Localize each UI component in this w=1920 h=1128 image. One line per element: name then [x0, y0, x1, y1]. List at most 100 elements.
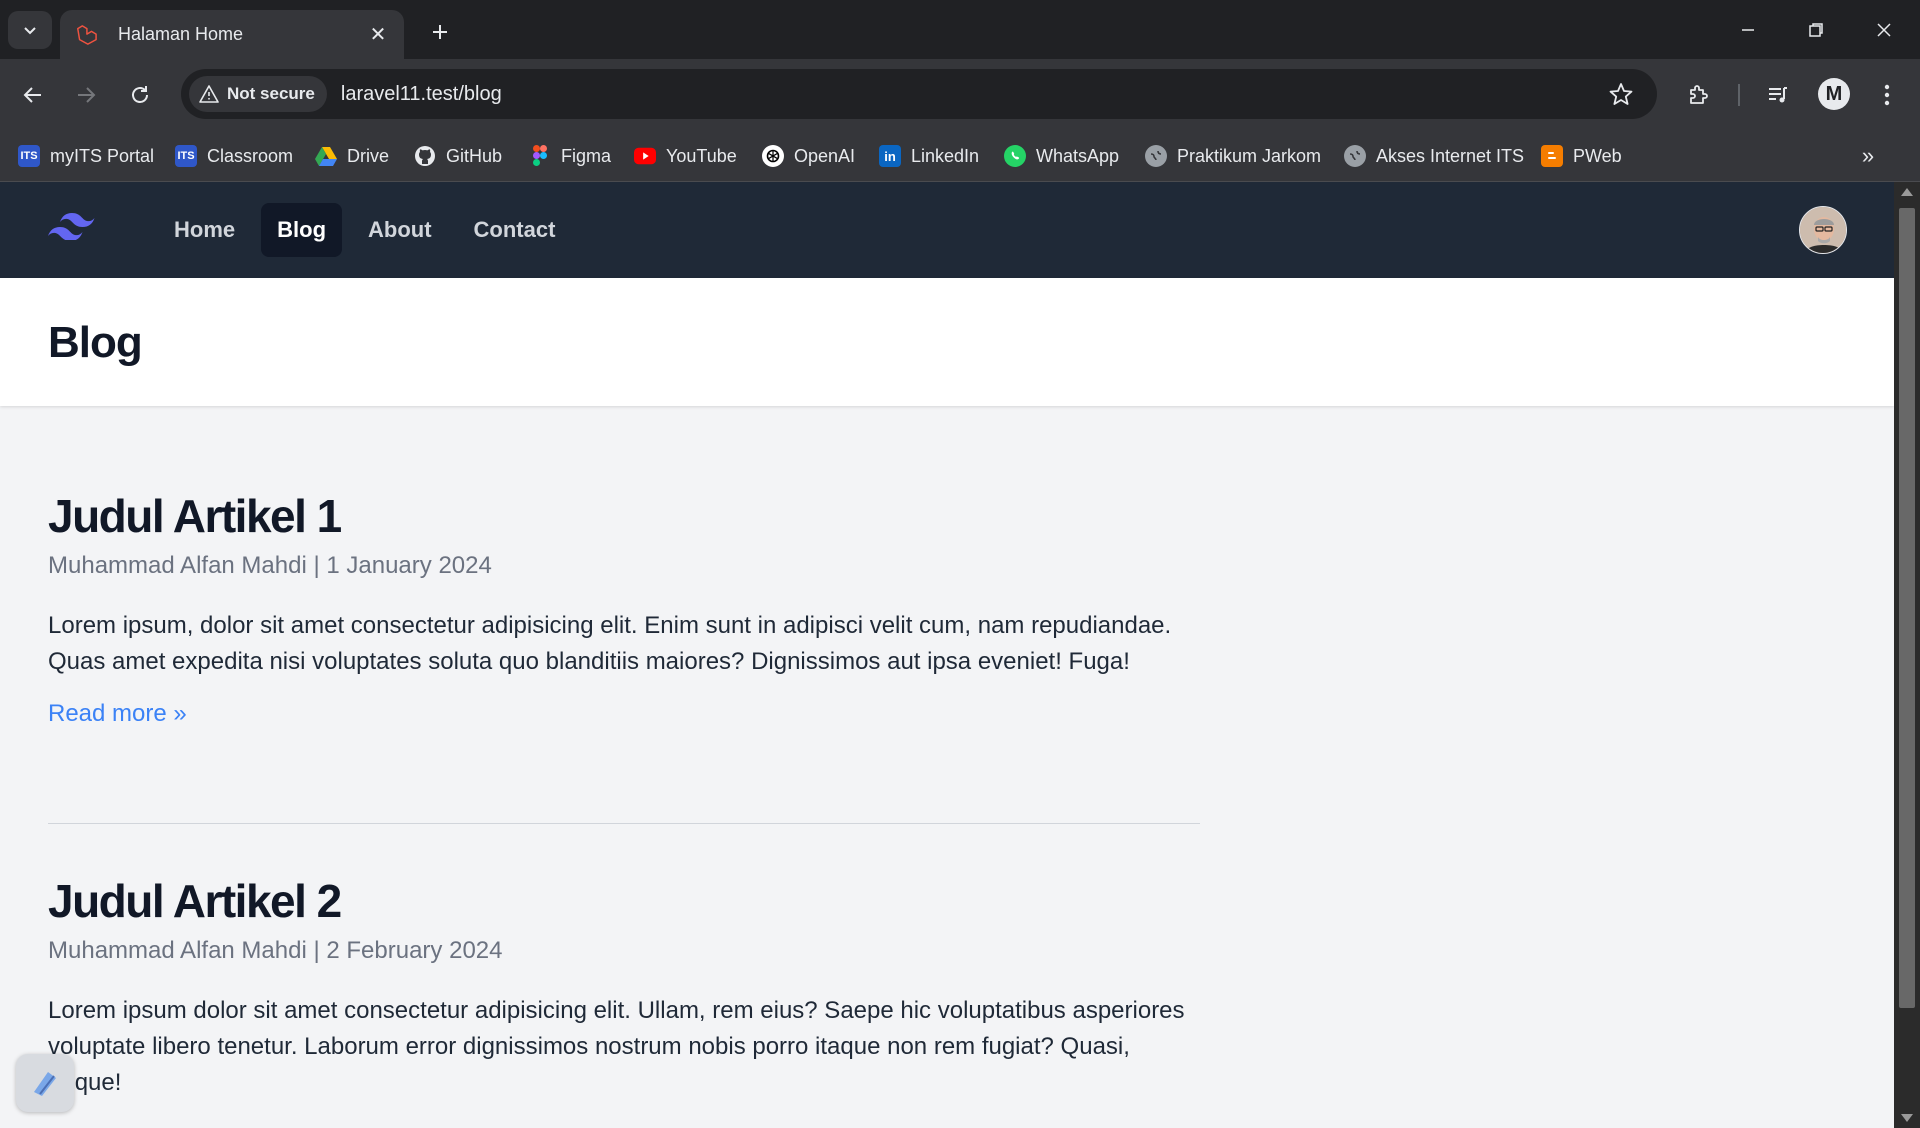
bookmark-label: Akses Internet ITS	[1376, 145, 1525, 166]
reload-button[interactable]	[120, 75, 160, 115]
bookmark-label: LinkedIn	[911, 145, 980, 166]
tab-title: Halaman Home	[118, 24, 244, 44]
bookmarks-overflow-button[interactable]: »	[1852, 140, 1884, 172]
article-author: Muhammad Alfan Mahdi	[48, 937, 307, 965]
site-nav-links: Home Blog About Contact	[158, 203, 571, 257]
restore-icon	[1809, 23, 1823, 37]
page-viewport: Home Blog About Contact Blog Judul Artik…	[0, 182, 1894, 1128]
article-card: Judul Artikel 1 Muhammad Alfan Mahdi | 1…	[48, 489, 1200, 728]
its-icon: ITS	[18, 145, 40, 167]
nav-link-home[interactable]: Home	[158, 203, 251, 257]
scroll-up-arrow-icon[interactable]	[1901, 188, 1913, 196]
bookmark-label: Figma	[561, 145, 612, 166]
bookmark-pweb[interactable]: PWeb	[1541, 140, 1622, 172]
bookmark-label: Praktikum Jarkom	[1177, 145, 1322, 166]
browser-tabstrip: Halaman Home ✕	[0, 0, 1920, 59]
bookmark-openai[interactable]: OpenAI	[762, 140, 855, 172]
article-title[interactable]: Judul Artikel 1	[48, 489, 1200, 544]
user-avatar[interactable]	[1799, 206, 1847, 254]
tailwind-logo-icon[interactable]	[48, 210, 96, 250]
article-meta: Muhammad Alfan Mahdi | 2 February 2024	[48, 937, 1200, 965]
nav-link-blog[interactable]: Blog	[261, 203, 343, 257]
bookmark-label: WhatsApp	[1036, 145, 1120, 166]
close-window-button[interactable]	[1856, 10, 1912, 50]
profile-avatar[interactable]: M	[1818, 78, 1850, 110]
bookmark-star-button[interactable]	[1601, 74, 1641, 114]
bookmark-figma[interactable]: Figma	[529, 140, 611, 172]
article-title[interactable]: Judul Artikel 2	[48, 874, 1200, 929]
blogger-icon	[1541, 145, 1563, 167]
bookmark-label: GitHub	[446, 145, 503, 166]
browser-tab-active[interactable]: Halaman Home ✕	[60, 10, 404, 59]
globe-icon	[1145, 145, 1167, 167]
restore-button[interactable]	[1788, 10, 1844, 50]
figma-icon	[529, 145, 551, 167]
bookmark-github[interactable]: GitHub	[414, 140, 502, 172]
security-chip[interactable]: Not secure	[189, 76, 327, 112]
scroll-down-arrow-icon[interactable]	[1901, 1114, 1913, 1122]
new-tab-button[interactable]	[422, 14, 458, 50]
openai-icon	[762, 145, 784, 167]
github-icon	[414, 145, 436, 167]
bookmark-akses-internet-its[interactable]: Akses Internet ITS	[1344, 140, 1524, 172]
more-vertical-icon	[1884, 84, 1890, 106]
meta-separator: |	[313, 937, 320, 965]
article-meta: Muhammad Alfan Mahdi | 1 January 2024	[48, 552, 1200, 580]
forward-button[interactable]	[66, 75, 106, 115]
bookmark-classroom[interactable]: ITS Classroom	[175, 140, 293, 172]
star-icon	[1609, 83, 1633, 105]
scroll-thumb[interactable]	[1899, 208, 1915, 1008]
warning-icon	[199, 85, 219, 103]
bookmark-whatsapp[interactable]: WhatsApp	[1004, 140, 1119, 172]
playlist-icon	[1769, 87, 1787, 103]
arrow-right-icon	[78, 87, 96, 103]
bookmark-myits-portal[interactable]: ITS myITS Portal	[18, 140, 154, 172]
puzzle-icon	[1690, 85, 1708, 104]
bookmark-drive[interactable]: Drive	[315, 140, 389, 172]
bookmarks-bar: ITS myITS Portal ITS Classroom Drive Git…	[0, 130, 1920, 182]
browser-toolbar: Not secure laravel11.test/blog M	[0, 59, 1920, 130]
toolbar-separator	[1738, 84, 1740, 106]
laravel-icon	[74, 23, 98, 47]
back-button[interactable]	[13, 75, 53, 115]
bookmark-label: Classroom	[207, 145, 294, 166]
security-label: Not secure	[227, 84, 315, 103]
meta-separator: |	[313, 552, 320, 580]
tab-search-button[interactable]	[8, 11, 52, 49]
address-bar[interactable]: Not secure laravel11.test/blog	[181, 69, 1657, 119]
extensions-button[interactable]	[1679, 75, 1719, 115]
minimize-icon	[1742, 29, 1754, 31]
article-excerpt: Lorem ipsum, dolor sit amet consectetur …	[48, 612, 1172, 676]
bookmark-label: OpenAI	[794, 145, 856, 166]
debugbar-toggle-button[interactable]	[16, 1054, 74, 1112]
bookmark-label: Drive	[347, 145, 390, 166]
chevron-down-icon	[24, 27, 36, 35]
page-title: Blog	[48, 318, 143, 367]
nav-link-contact[interactable]: Contact	[458, 203, 572, 257]
site-navbar: Home Blog About Contact	[0, 182, 1894, 278]
minimize-button[interactable]	[1720, 10, 1776, 50]
url-text[interactable]: laravel11.test/blog	[341, 83, 1601, 106]
article-excerpt: Lorem ipsum dolor sit amet consectetur a…	[48, 997, 1185, 1097]
article-date: 2 February 2024	[326, 937, 503, 965]
reload-icon	[132, 86, 148, 103]
read-more-link[interactable]: Read more »	[48, 700, 187, 728]
globe-icon	[1344, 145, 1366, 167]
browser-menu-button[interactable]	[1867, 75, 1907, 115]
bookmark-praktikum-jarkom[interactable]: Praktikum Jarkom	[1145, 140, 1321, 172]
tab-close-icon[interactable]: ✕	[366, 23, 390, 47]
page-header: Blog	[0, 278, 1894, 406]
plus-icon	[433, 25, 447, 39]
bookmark-youtube[interactable]: YouTube	[634, 140, 737, 172]
its-icon: ITS	[175, 145, 197, 167]
nav-link-about[interactable]: About	[352, 203, 448, 257]
bookmark-linkedin[interactable]: in LinkedIn	[879, 140, 979, 172]
close-icon	[1877, 23, 1891, 37]
article-divider	[48, 823, 1200, 824]
article-card: Judul Artikel 2 Muhammad Alfan Mahdi | 2…	[48, 874, 1200, 1101]
bookmark-label: YouTube	[666, 145, 737, 166]
media-control-button[interactable]	[1758, 75, 1798, 115]
page-scrollbar[interactable]	[1894, 182, 1920, 1128]
linkedin-icon: in	[879, 145, 901, 167]
arrow-left-icon	[23, 87, 41, 103]
